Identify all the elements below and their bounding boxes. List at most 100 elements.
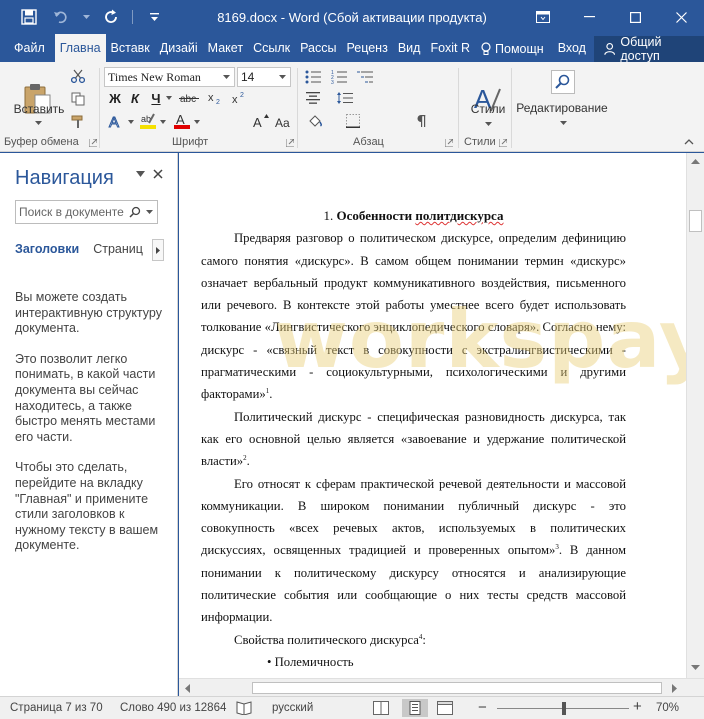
font-size-select[interactable]: 14 <box>237 67 291 87</box>
web-layout-icon[interactable] <box>437 701 453 718</box>
tab-insert[interactable]: Вставк <box>106 36 155 62</box>
font-color-dropdown-icon[interactable] <box>194 120 200 124</box>
pane-options-icon[interactable] <box>136 171 145 177</box>
scroll-up-icon[interactable] <box>691 159 700 164</box>
maximize-icon[interactable] <box>612 0 658 34</box>
search-placeholder: Поиск в документе <box>19 205 124 219</box>
heading-misspelled-word[interactable]: политдискурса <box>415 208 503 223</box>
copy-icon[interactable] <box>68 89 88 109</box>
show-formatting-icon[interactable] <box>412 111 430 131</box>
multilevel-list-icon[interactable] <box>354 68 376 86</box>
line-spacing-icon[interactable] <box>334 89 356 107</box>
horizontal-scrollbar[interactable] <box>179 678 704 696</box>
styles-launcher-icon[interactable] <box>499 139 507 147</box>
collapse-ribbon-icon[interactable] <box>684 139 694 145</box>
scroll-down-icon[interactable] <box>691 665 700 670</box>
cut-icon[interactable] <box>68 66 88 86</box>
document-body[interactable]: 1. Особенности политдискурса Предваряя р… <box>201 205 626 673</box>
align-center-icon[interactable] <box>302 89 324 107</box>
text-effects-dropdown-icon[interactable] <box>128 120 134 124</box>
text-effects-icon[interactable]: A <box>106 111 126 131</box>
tab-layout[interactable]: Макет <box>203 36 248 62</box>
person-icon <box>604 42 616 55</box>
share-button[interactable]: Общий доступ <box>593 35 704 63</box>
tab-references[interactable]: Ссылк <box>248 36 295 62</box>
chevron-right-icon <box>156 246 160 254</box>
tab-design[interactable]: Дизайі <box>155 36 203 62</box>
scroll-right-icon[interactable] <box>672 684 677 693</box>
format-painter-icon[interactable] <box>68 112 88 132</box>
close-window-icon[interactable] <box>658 0 704 34</box>
editing-dropdown-icon[interactable] <box>560 121 567 125</box>
navigation-search-input[interactable]: Поиск в документе <box>15 200 158 224</box>
styles-dropdown-icon[interactable] <box>485 122 492 126</box>
shading-icon[interactable] <box>304 111 326 131</box>
tab-view[interactable]: Вид <box>393 36 426 62</box>
strikethrough-icon[interactable]: abc <box>178 89 200 107</box>
change-case-icon[interactable]: Aa <box>274 111 294 131</box>
numbering-icon[interactable]: 123 <box>328 68 350 86</box>
page-count[interactable]: Страница 7 из 70 <box>10 702 103 714</box>
underline-button[interactable]: Ч <box>147 89 165 107</box>
minimize-icon[interactable] <box>566 0 612 34</box>
group-separator <box>511 68 512 148</box>
proofing-icon[interactable] <box>236 701 252 718</box>
horizontal-scroll-thumb[interactable] <box>252 682 662 694</box>
grow-font-icon[interactable]: A <box>252 111 270 131</box>
sign-in-link[interactable]: Вход <box>550 36 594 62</box>
font-launcher-icon[interactable] <box>286 139 294 147</box>
zoom-in-button[interactable]: + <box>633 698 642 715</box>
word-count[interactable]: Слово 490 из 12864 <box>120 702 226 714</box>
save-icon[interactable] <box>18 6 40 28</box>
redo-icon[interactable] <box>100 6 122 28</box>
customize-qat-icon[interactable] <box>143 6 165 28</box>
vertical-scroll-thumb[interactable] <box>689 210 702 232</box>
close-pane-icon[interactable] <box>153 169 163 179</box>
read-mode-icon[interactable] <box>373 701 389 718</box>
tab-file[interactable]: Файл <box>0 36 55 62</box>
navigation-controls <box>136 169 163 179</box>
nav-tab-headings[interactable]: Заголовки <box>15 242 79 256</box>
zoom-level[interactable]: 70% <box>656 702 679 714</box>
editing-label: Редактирование <box>516 101 608 115</box>
ribbon-display-options-icon[interactable] <box>520 0 566 34</box>
scroll-left-icon[interactable] <box>185 684 190 693</box>
paragraph-text: Свойства политического дискурса <box>234 632 419 647</box>
print-layout-icon[interactable] <box>402 699 428 717</box>
nav-tabs-scroll-button[interactable] <box>152 239 164 261</box>
italic-button[interactable]: К <box>126 89 144 107</box>
group-label-styles: Стили <box>464 136 496 148</box>
undo-icon[interactable] <box>50 6 72 28</box>
language-indicator[interactable]: русский <box>272 702 313 714</box>
undo-dropdown-icon[interactable] <box>82 6 90 28</box>
styles-button[interactable]: A <box>466 66 510 130</box>
nav-tab-pages[interactable]: Страниц <box>93 242 143 256</box>
zoom-slider-thumb[interactable] <box>562 702 566 715</box>
vertical-scrollbar[interactable] <box>686 153 704 678</box>
tell-me-button[interactable]: Помощн <box>475 36 550 62</box>
subscript-icon[interactable]: x2 <box>206 89 226 107</box>
tab-mailings[interactable]: Рассы <box>295 36 341 62</box>
paste-dropdown-icon[interactable] <box>35 121 42 125</box>
borders-icon[interactable] <box>342 111 364 131</box>
highlight-dropdown-icon[interactable] <box>160 120 166 124</box>
bold-button[interactable]: Ж <box>106 89 124 107</box>
highlight-icon[interactable]: ab <box>138 111 158 131</box>
group-separator <box>99 68 100 148</box>
font-color-icon[interactable]: A <box>172 111 192 131</box>
tab-review[interactable]: Реценз <box>341 36 392 62</box>
chevron-down-icon <box>279 75 286 79</box>
search-icon[interactable] <box>129 206 141 218</box>
paragraph-launcher-icon[interactable] <box>445 139 453 147</box>
tab-foxit[interactable]: Foxit R <box>425 36 475 62</box>
tab-home[interactable]: Главна <box>54 34 106 62</box>
underline-dropdown-icon[interactable] <box>166 96 172 100</box>
document-canvas[interactable]: 1. Особенности политдискурса Предваряя р… <box>179 153 686 678</box>
font-name-select[interactable]: Times New Roman <box>104 67 235 87</box>
editing-button[interactable] <box>548 68 578 96</box>
search-options-icon[interactable] <box>146 210 153 214</box>
bullets-icon[interactable] <box>302 68 324 86</box>
zoom-out-button[interactable]: − <box>478 699 487 716</box>
superscript-icon[interactable]: x2 <box>230 89 250 107</box>
clipboard-launcher-icon[interactable] <box>89 139 97 147</box>
